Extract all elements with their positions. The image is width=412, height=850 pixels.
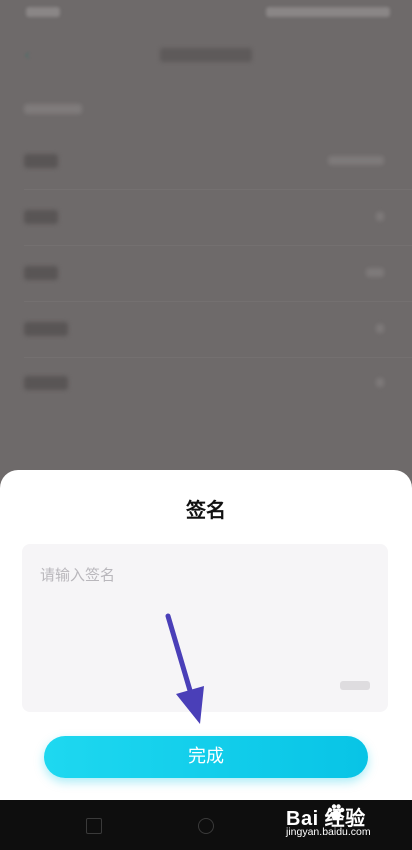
baidu-paw-icon	[327, 804, 345, 820]
background-row-value	[366, 268, 384, 277]
background-row-value	[376, 324, 384, 333]
background-row-value	[376, 378, 384, 387]
background-row	[0, 356, 412, 412]
background-row-label	[24, 376, 68, 390]
back-arrow-icon: ‹	[24, 45, 31, 64]
annotation-arrow-icon	[165, 613, 204, 724]
signature-placeholder: 请输入签名	[40, 566, 116, 584]
background-row-value	[376, 212, 384, 221]
status-bar	[0, 0, 412, 28]
background-section-header	[24, 104, 82, 114]
background-row-label	[24, 210, 58, 224]
background-row	[0, 246, 412, 302]
background-row	[0, 190, 412, 246]
sheet-title: 签名	[186, 498, 226, 522]
status-indicators	[266, 7, 390, 17]
done-button[interactable]: 完成	[44, 736, 368, 778]
background-row	[0, 302, 412, 358]
background-row-label	[24, 266, 58, 280]
background-page: ‹	[0, 0, 412, 470]
background-row-value	[328, 156, 384, 165]
background-row-label	[24, 322, 68, 336]
character-counter	[340, 681, 370, 690]
watermark-site: jingyan.baidu.com	[286, 826, 371, 838]
watermark: Bai 经验 jingyan.baidu.com	[286, 800, 390, 842]
nav-menu-icon[interactable]	[86, 818, 102, 834]
background-row-label	[24, 154, 58, 168]
status-time	[26, 7, 60, 17]
nav-home-icon[interactable]	[198, 818, 214, 834]
background-page-title	[160, 48, 252, 62]
background-row	[0, 134, 412, 190]
